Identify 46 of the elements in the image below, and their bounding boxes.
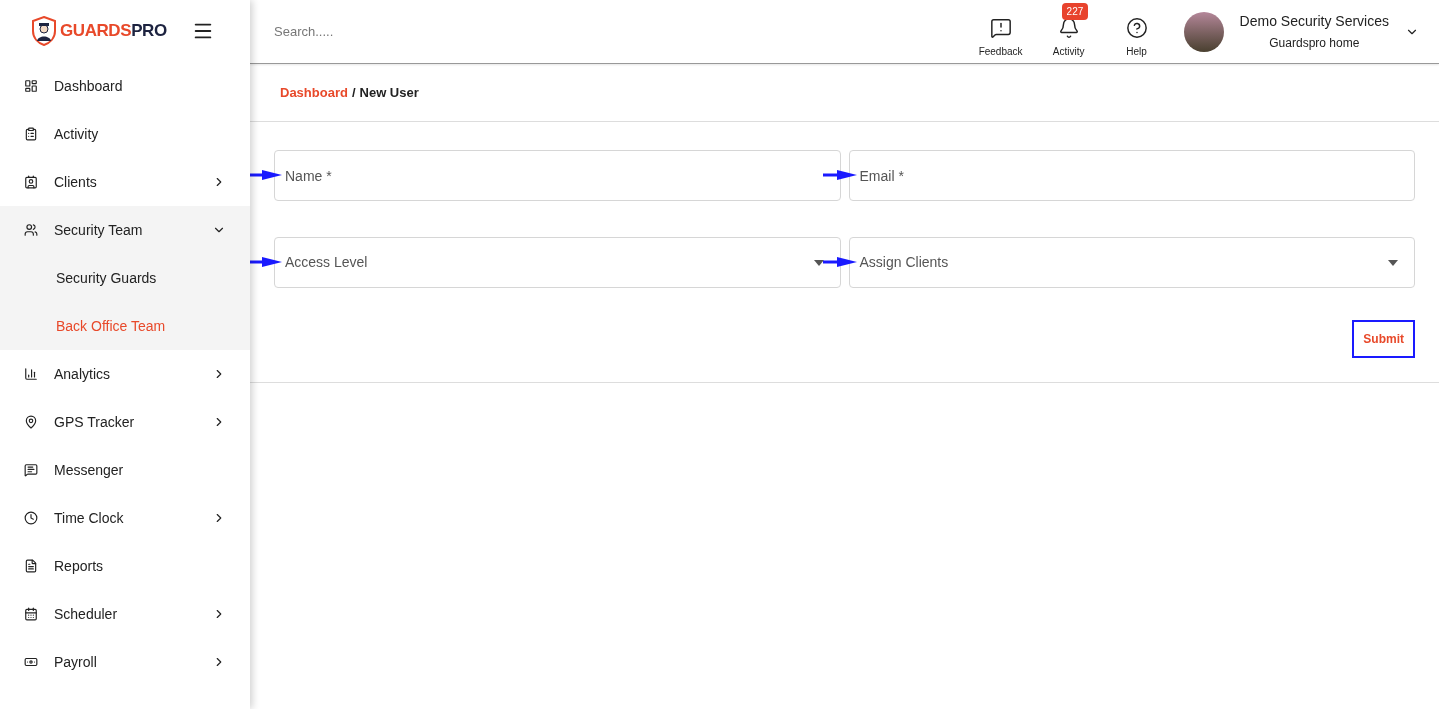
sidebar-item[interactable]: Reports: [0, 542, 250, 590]
toolbar-button[interactable]: Help: [1113, 2, 1160, 61]
input-field[interactable]: Name *: [274, 150, 841, 201]
brand-name: GUARDSPRO: [60, 20, 167, 43]
users-icon: [24, 223, 38, 237]
sidebar-item[interactable]: Time Clock: [0, 494, 250, 542]
help-icon: [1125, 16, 1148, 39]
sidebar-subitem[interactable]: Security Guards: [0, 254, 250, 302]
banknote-icon: [24, 655, 38, 669]
dropdown-field[interactable]: Assign Clients: [848, 237, 1415, 288]
sidebar-item[interactable]: GPS Tracker: [0, 398, 250, 446]
search-field[interactable]: Search.....: [274, 21, 978, 42]
notification-badge: 227: [1061, 2, 1089, 20]
toolbar-button[interactable]: Feedback: [977, 2, 1024, 61]
bar-chart-icon: [24, 367, 38, 381]
sidebar-item[interactable]: Dashboard: [0, 62, 250, 110]
input-field[interactable]: Email *: [848, 150, 1415, 201]
breadcrumb-link[interactable]: Dashboard: [280, 82, 348, 103]
dashboard-icon: [24, 79, 38, 93]
sidebar-item[interactable]: Messenger: [0, 446, 250, 494]
dropdown-field[interactable]: Access Level: [274, 237, 841, 288]
document-icon: [24, 559, 38, 573]
breadcrumb-separator: /: [351, 83, 356, 102]
sidebar-item[interactable]: Security Team: [0, 206, 250, 254]
sidebar-subitem[interactable]: Back Office Team: [0, 302, 250, 350]
account-name: Demo Security Services: [1239, 12, 1389, 31]
dropdown-caret-icon: [813, 259, 824, 266]
calendar-icon: [24, 607, 38, 621]
breadcrumb-current: New User: [359, 83, 419, 102]
clipboard-icon: [24, 127, 38, 141]
feedback-icon: [989, 16, 1012, 39]
submit-button[interactable]: Submit: [1352, 320, 1415, 358]
sidebar-item[interactable]: Clients: [0, 158, 250, 206]
sidebar-item[interactable]: Analytics: [0, 350, 250, 398]
message-icon: [24, 463, 38, 477]
sidebar-item[interactable]: Scheduler: [0, 590, 250, 638]
toolbar-button[interactable]: Activity 227: [1045, 2, 1092, 61]
sidebar-item[interactable]: Payroll: [0, 638, 250, 686]
avatar-photo-placeholder: [1183, 11, 1224, 52]
sidebar-item[interactable]: Activity: [0, 110, 250, 158]
shield-logo-icon: [32, 16, 56, 46]
contact-card-icon: [24, 175, 38, 189]
dropdown-caret-icon: [1388, 259, 1398, 266]
clock-icon: [24, 511, 38, 525]
map-pin-icon: [24, 415, 38, 429]
account-subtitle: Guardspro home: [1269, 35, 1360, 52]
